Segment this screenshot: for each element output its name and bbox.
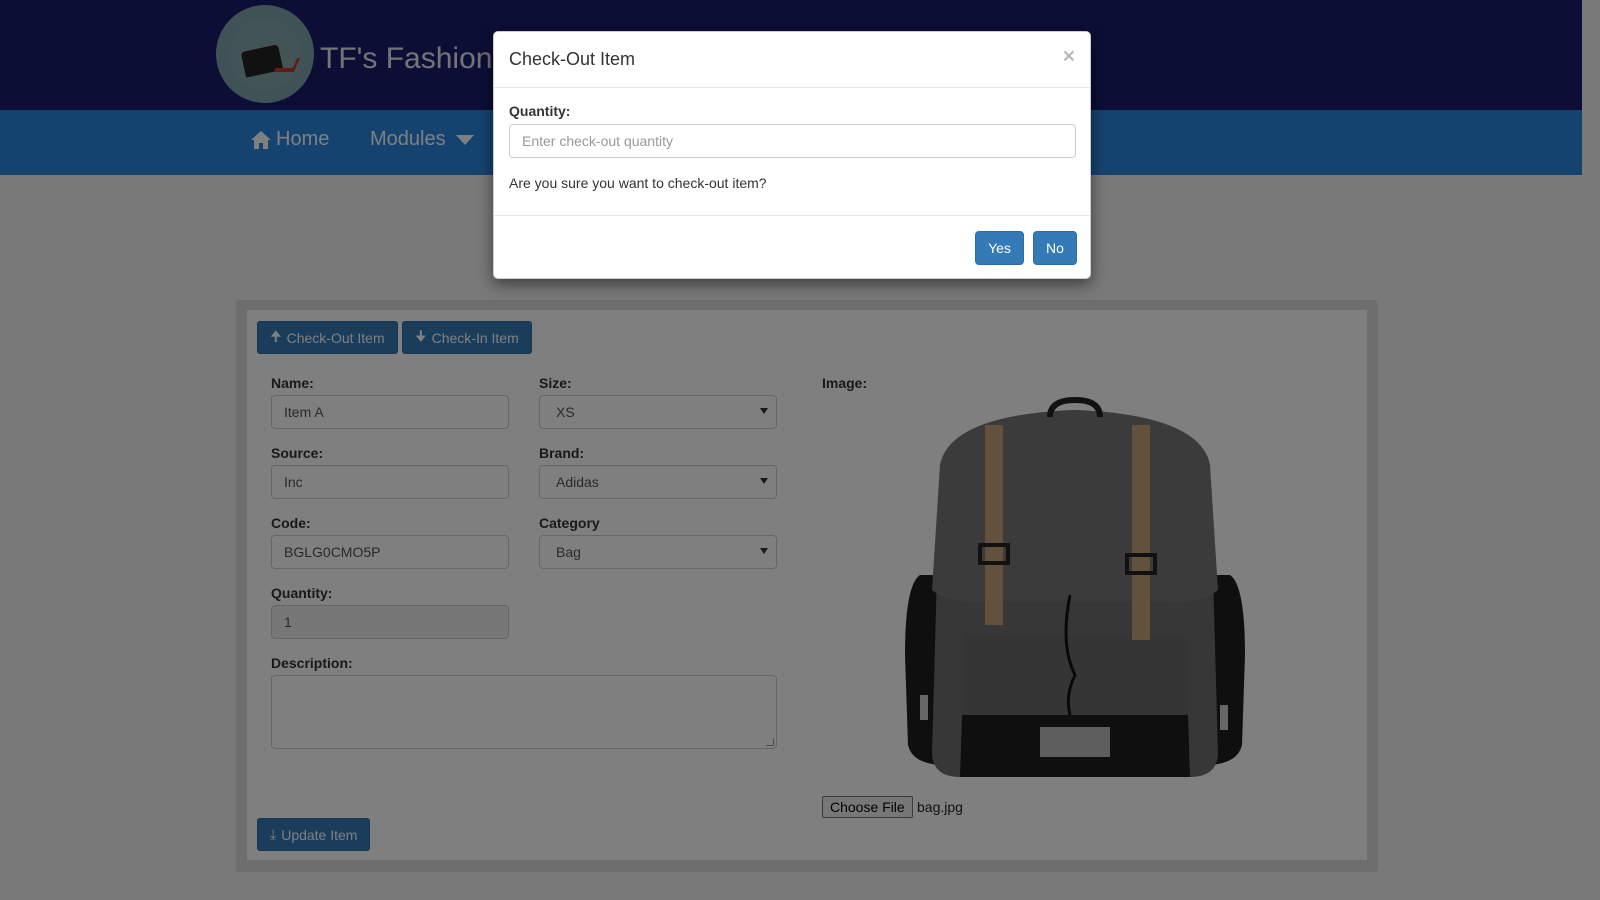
modal-quantity-label: Quantity: (509, 103, 571, 119)
checkout-modal: Check-Out Item × Quantity: Are you sure … (493, 31, 1091, 279)
no-button[interactable]: No (1033, 231, 1077, 265)
checkout-quantity-input[interactable] (509, 124, 1076, 158)
close-icon[interactable]: × (1063, 45, 1075, 69)
modal-header: Check-Out Item × (494, 32, 1090, 88)
modal-title: Check-Out Item (509, 49, 636, 69)
modal-footer: Yes No (494, 215, 1090, 279)
yes-button[interactable]: Yes (975, 231, 1024, 265)
modal-confirm-text: Are you sure you want to check-out item? (509, 175, 767, 191)
